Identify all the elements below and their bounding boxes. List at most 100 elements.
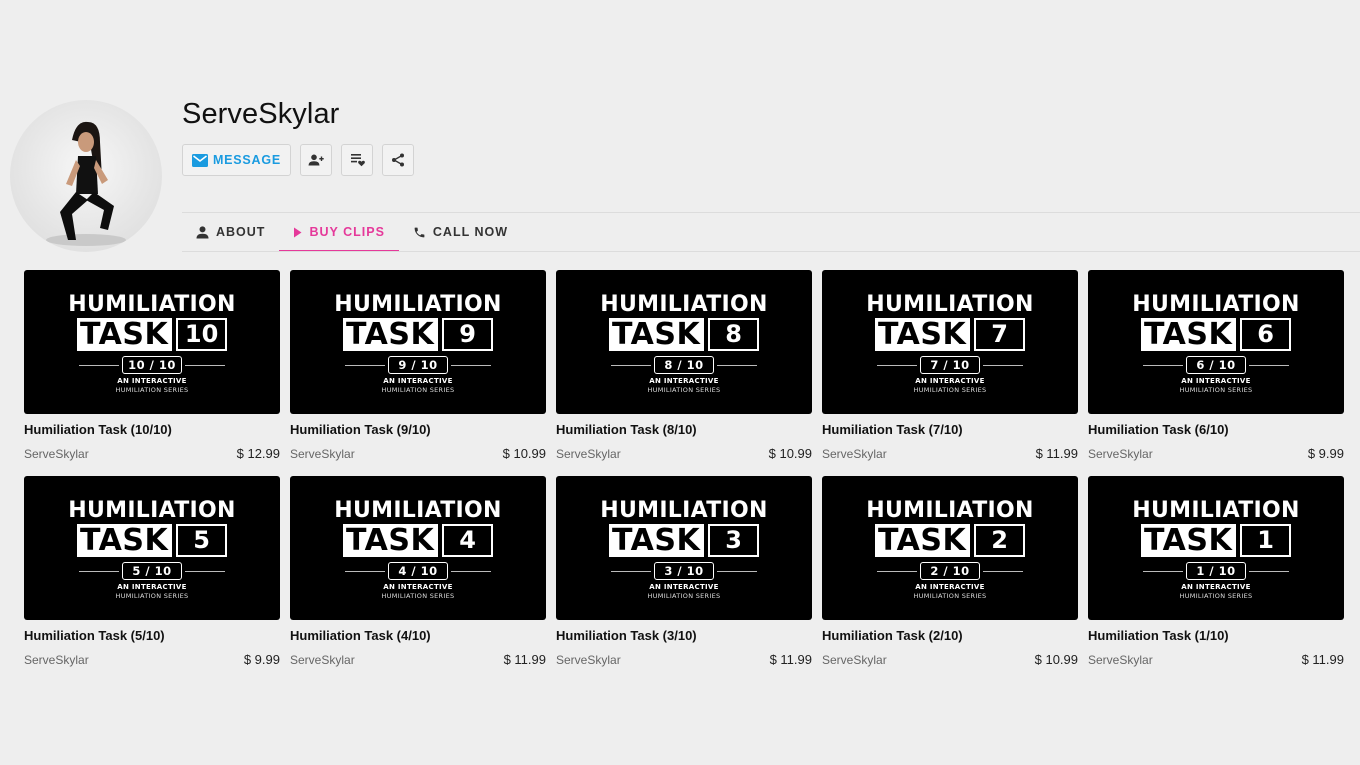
clip-thumbnail[interactable]: HUMILIATION TASK 7 7 / 10 AN INTERACTIVE… xyxy=(822,270,1078,414)
thumb-episode-number: 7 xyxy=(974,318,1025,351)
thumb-episode-number: 8 xyxy=(708,318,759,351)
thumb-episode-fraction: 5 / 10 xyxy=(122,562,182,580)
clip-meta: ServeSkylar $ 12.99 xyxy=(24,446,280,461)
thumb-rule-right xyxy=(1249,365,1289,366)
thumb-title-line1: HUMILIATION xyxy=(68,498,236,523)
thumb-title-row2: TASK 9 xyxy=(343,318,493,351)
profile-tabs: ABOUT BUY CLIPS CALL NOW xyxy=(182,213,522,252)
thumb-rule-left xyxy=(345,365,385,366)
tab-buy-clips-label: BUY CLIPS xyxy=(309,225,385,239)
thumb-task-word: TASK xyxy=(1141,524,1237,557)
clip-title[interactable]: Humiliation Task (3/10) xyxy=(556,627,812,644)
thumb-task-word: TASK xyxy=(875,318,971,351)
clip-card[interactable]: HUMILIATION TASK 8 8 / 10 AN INTERACTIVE… xyxy=(556,270,812,464)
clip-title[interactable]: Humiliation Task (5/10) xyxy=(24,627,280,644)
message-button[interactable]: MESSAGE xyxy=(182,144,291,176)
profile-name: ServeSkylar xyxy=(182,98,340,130)
clip-title[interactable]: Humiliation Task (4/10) xyxy=(290,627,546,644)
clip-meta: ServeSkylar $ 11.99 xyxy=(290,652,546,667)
thumb-subtitle-line1: AN INTERACTIVE xyxy=(649,583,719,591)
clip-seller[interactable]: ServeSkylar xyxy=(822,653,887,667)
clip-seller[interactable]: ServeSkylar xyxy=(1088,653,1153,667)
clip-seller[interactable]: ServeSkylar xyxy=(24,447,89,461)
clip-card[interactable]: HUMILIATION TASK 3 3 / 10 AN INTERACTIVE… xyxy=(556,476,812,670)
thumb-episode-fraction: 2 / 10 xyxy=(920,562,980,580)
thumb-subtitle-line1: AN INTERACTIVE xyxy=(383,377,453,385)
clip-meta: ServeSkylar $ 10.99 xyxy=(556,446,812,461)
clip-card[interactable]: HUMILIATION TASK 4 4 / 10 AN INTERACTIVE… xyxy=(290,476,546,670)
clip-title[interactable]: Humiliation Task (8/10) xyxy=(556,421,812,438)
thumb-rule-right xyxy=(451,571,491,572)
clip-thumbnail[interactable]: HUMILIATION TASK 1 1 / 10 AN INTERACTIVE… xyxy=(1088,476,1344,620)
clip-card[interactable]: HUMILIATION TASK 2 2 / 10 AN INTERACTIVE… xyxy=(822,476,1078,670)
clip-card[interactable]: HUMILIATION TASK 1 1 / 10 AN INTERACTIVE… xyxy=(1088,476,1344,670)
clip-thumbnail[interactable]: HUMILIATION TASK 9 9 / 10 AN INTERACTIVE… xyxy=(290,270,546,414)
thumb-episode-fraction: 1 / 10 xyxy=(1186,562,1246,580)
play-icon xyxy=(294,227,302,237)
clip-seller[interactable]: ServeSkylar xyxy=(822,447,887,461)
thumb-title-row2: TASK 6 xyxy=(1141,318,1291,351)
thumb-task-word: TASK xyxy=(1141,318,1237,351)
share-button[interactable] xyxy=(382,144,414,176)
thumb-rule-right xyxy=(717,365,757,366)
thumb-subtitle-line2: HUMILIATION SERIES xyxy=(913,386,987,394)
thumb-title-line1: HUMILIATION xyxy=(1132,498,1300,523)
tab-about[interactable]: ABOUT xyxy=(182,213,279,251)
thumb-subtitle-line2: HUMILIATION SERIES xyxy=(1179,592,1253,600)
clip-thumbnail[interactable]: HUMILIATION TASK 5 5 / 10 AN INTERACTIVE… xyxy=(24,476,280,620)
clip-card[interactable]: HUMILIATION TASK 6 6 / 10 AN INTERACTIVE… xyxy=(1088,270,1344,464)
clip-title[interactable]: Humiliation Task (6/10) xyxy=(1088,421,1344,438)
thumb-rule-left xyxy=(79,571,119,572)
clip-thumbnail[interactable]: HUMILIATION TASK 8 8 / 10 AN INTERACTIVE… xyxy=(556,270,812,414)
thumb-title-row2: TASK 4 xyxy=(343,524,493,557)
follow-button[interactable] xyxy=(300,144,332,176)
clip-card[interactable]: HUMILIATION TASK 10 10 / 10 AN INTERACTI… xyxy=(24,270,280,464)
clip-card[interactable]: HUMILIATION TASK 5 5 / 10 AN INTERACTIVE… xyxy=(24,476,280,670)
person-icon xyxy=(196,225,209,238)
thumb-subtitle-line2: HUMILIATION SERIES xyxy=(647,386,721,394)
thumb-title-row2: TASK 8 xyxy=(609,318,759,351)
tab-call-now[interactable]: CALL NOW xyxy=(399,213,522,251)
clip-title[interactable]: Humiliation Task (1/10) xyxy=(1088,627,1344,644)
thumb-title-row2: TASK 7 xyxy=(875,318,1025,351)
wishlist-button[interactable] xyxy=(341,144,373,176)
clip-card[interactable]: HUMILIATION TASK 7 7 / 10 AN INTERACTIVE… xyxy=(822,270,1078,464)
thumb-subtitle-line1: AN INTERACTIVE xyxy=(1181,583,1251,591)
thumb-subtitle-line1: AN INTERACTIVE xyxy=(915,377,985,385)
clip-title[interactable]: Humiliation Task (9/10) xyxy=(290,421,546,438)
clip-seller[interactable]: ServeSkylar xyxy=(1088,447,1153,461)
profile-avatar[interactable] xyxy=(10,100,162,252)
clip-seller[interactable]: ServeSkylar xyxy=(556,653,621,667)
thumb-rule-right xyxy=(983,571,1023,572)
clip-title[interactable]: Humiliation Task (10/10) xyxy=(24,421,280,438)
thumb-rule-right xyxy=(185,365,225,366)
thumb-subtitle-line2: HUMILIATION SERIES xyxy=(381,386,455,394)
thumb-title-line1: HUMILIATION xyxy=(68,292,236,317)
thumb-subtitle-line2: HUMILIATION SERIES xyxy=(115,592,189,600)
clip-meta: ServeSkylar $ 10.99 xyxy=(822,652,1078,667)
clip-thumbnail[interactable]: HUMILIATION TASK 4 4 / 10 AN INTERACTIVE… xyxy=(290,476,546,620)
clip-thumbnail[interactable]: HUMILIATION TASK 6 6 / 10 AN INTERACTIVE… xyxy=(1088,270,1344,414)
thumb-title-line1: HUMILIATION xyxy=(866,292,1034,317)
profile-actions: MESSAGE xyxy=(182,144,414,176)
clip-thumbnail[interactable]: HUMILIATION TASK 2 2 / 10 AN INTERACTIVE… xyxy=(822,476,1078,620)
clip-seller[interactable]: ServeSkylar xyxy=(556,447,621,461)
thumb-title-line1: HUMILIATION xyxy=(600,498,768,523)
clip-thumbnail[interactable]: HUMILIATION TASK 3 3 / 10 AN INTERACTIVE… xyxy=(556,476,812,620)
clip-price: $ 11.99 xyxy=(1035,446,1078,461)
clip-seller[interactable]: ServeSkylar xyxy=(290,447,355,461)
thumb-episode-number: 1 xyxy=(1240,524,1291,557)
clip-seller[interactable]: ServeSkylar xyxy=(290,653,355,667)
clip-title[interactable]: Humiliation Task (7/10) xyxy=(822,421,1078,438)
clip-title[interactable]: Humiliation Task (2/10) xyxy=(822,627,1078,644)
clip-price: $ 11.99 xyxy=(769,652,812,667)
tab-buy-clips[interactable]: BUY CLIPS xyxy=(279,213,400,252)
clip-price: $ 10.99 xyxy=(768,446,812,461)
thumb-episode-fraction: 9 / 10 xyxy=(388,356,448,374)
clip-card[interactable]: HUMILIATION TASK 9 9 / 10 AN INTERACTIVE… xyxy=(290,270,546,464)
thumb-subtitle-line2: HUMILIATION SERIES xyxy=(115,386,189,394)
clip-thumbnail[interactable]: HUMILIATION TASK 10 10 / 10 AN INTERACTI… xyxy=(24,270,280,414)
clip-meta: ServeSkylar $ 9.99 xyxy=(1088,446,1344,461)
clip-seller[interactable]: ServeSkylar xyxy=(24,653,89,667)
add-person-icon xyxy=(308,154,324,166)
